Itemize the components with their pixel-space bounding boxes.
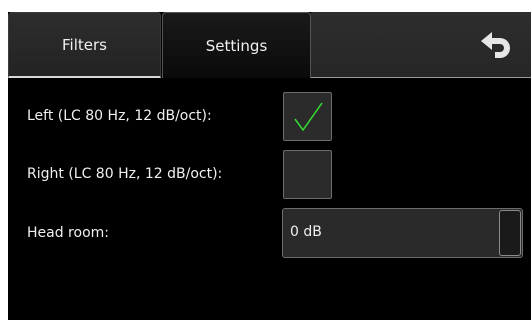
undo-button[interactable] bbox=[473, 26, 521, 64]
tab-settings-label: Settings bbox=[205, 36, 268, 55]
right-filter-label: Right (LC 80 Hz, 12 dB/oct): bbox=[27, 166, 223, 182]
undo-icon bbox=[481, 32, 510, 58]
head-room-value: 0 dB bbox=[290, 224, 322, 240]
tab-filters[interactable]: Filters bbox=[8, 12, 161, 78]
screen: Filters Settings Left (LC 80 Hz, 12 dB/o… bbox=[8, 12, 531, 320]
tab-settings[interactable]: Settings bbox=[162, 12, 311, 78]
head-room-select[interactable]: 0 dB bbox=[282, 208, 523, 258]
checkmark-icon bbox=[293, 102, 323, 131]
head-room-select-handle[interactable] bbox=[499, 210, 521, 256]
left-filter-checkbox[interactable] bbox=[283, 92, 332, 141]
left-filter-label: Left (LC 80 Hz, 12 dB/oct): bbox=[27, 108, 212, 124]
tab-bar: Filters Settings bbox=[8, 12, 531, 78]
head-room-label: Head room: bbox=[27, 225, 109, 241]
tab-filters-label: Filters bbox=[62, 35, 107, 54]
right-filter-checkbox[interactable] bbox=[283, 150, 332, 199]
